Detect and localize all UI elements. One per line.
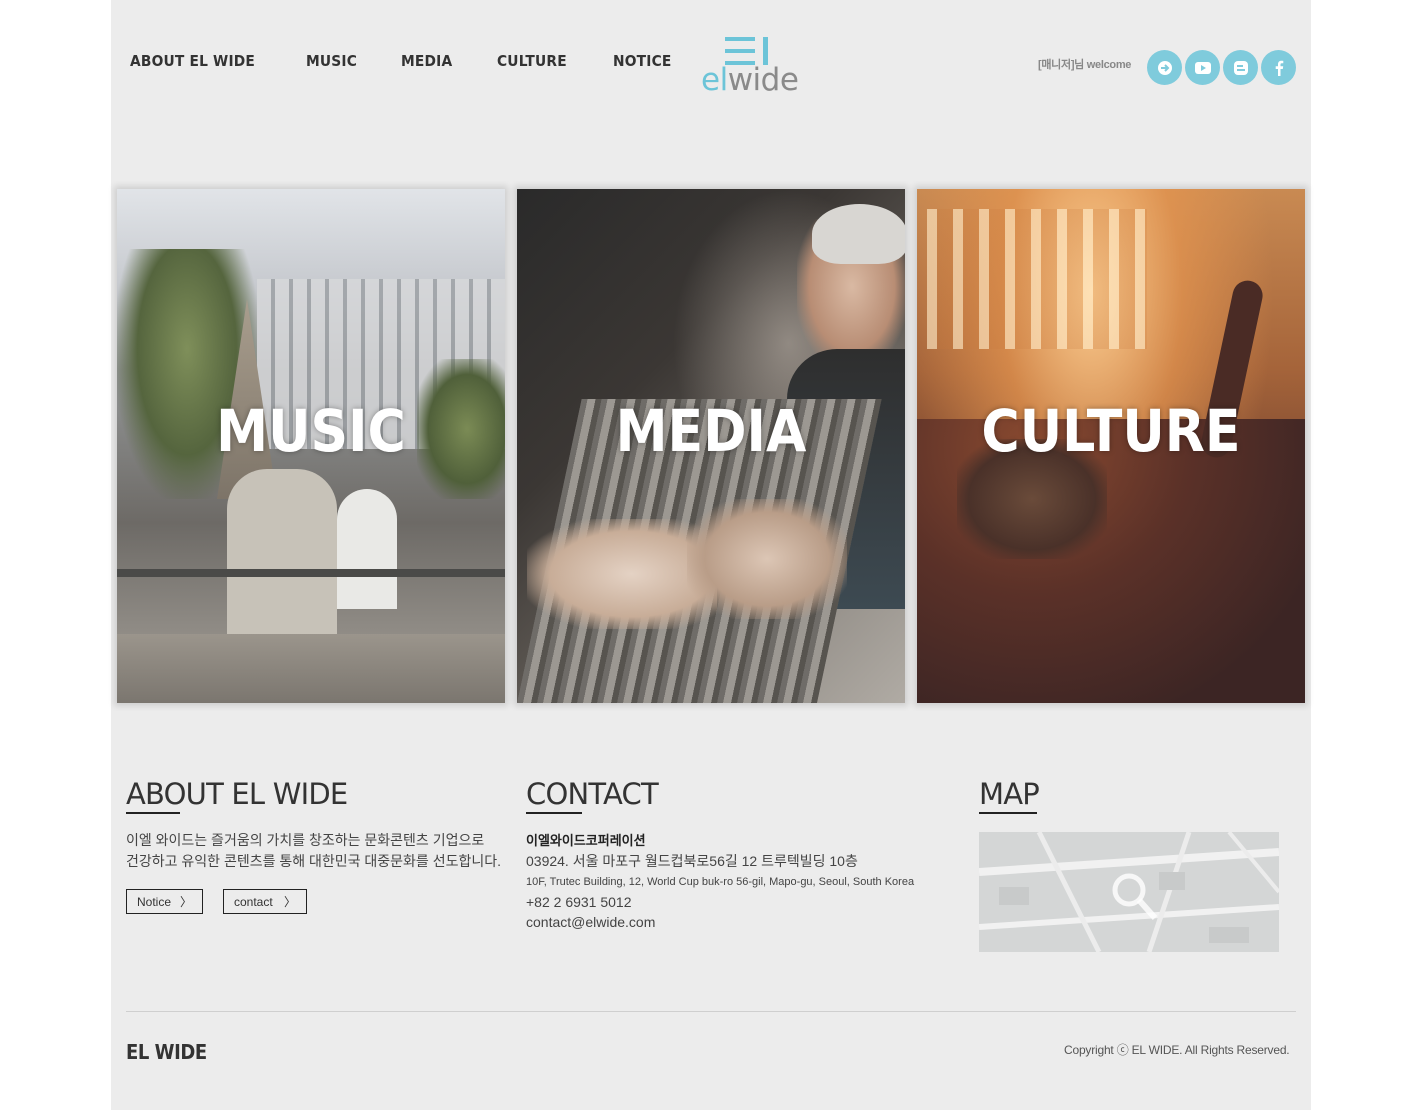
card-media-label: MEDIA: [615, 397, 807, 465]
logo-text: elwide: [701, 62, 799, 98]
hair-shape: [812, 204, 905, 264]
copyright-text: Copyright ⓒ EL WIDE. All Rights Reserved…: [1064, 1043, 1290, 1057]
map-title: MAP: [979, 777, 1040, 811]
footer-divider: [126, 1011, 1296, 1012]
nav-media[interactable]: MEDIA: [401, 52, 452, 70]
nav-about[interactable]: ABOUT EL WIDE: [130, 52, 255, 70]
welcome-text: [매니저]님 welcome: [1038, 59, 1132, 71]
main-nav: ABOUT EL WIDE MUSIC MEDIA CULTURE NOTICE: [130, 52, 717, 70]
contact-button[interactable]: contact 〉: [223, 889, 307, 914]
about-description: 이엘 와이드는 즐거움의 가치를 창조하는 문화콘텐츠 기업으로 건강하고 유익…: [126, 832, 501, 869]
hand-shape: [687, 499, 847, 619]
email-link[interactable]: contact@elwide.com: [526, 912, 914, 932]
card-music[interactable]: MUSIC: [117, 189, 505, 703]
person-shape: [337, 489, 397, 609]
about-title: ABOUT EL WIDE: [126, 777, 348, 811]
wall-shape: [117, 634, 505, 703]
facebook-icon[interactable]: [1261, 50, 1296, 85]
card-media[interactable]: MEDIA: [517, 189, 905, 703]
login-arrow-icon[interactable]: [1147, 50, 1182, 85]
footer-brand: EL WIDE: [126, 1040, 207, 1064]
map-graphic: [979, 832, 1279, 952]
card-music-label: MUSIC: [216, 397, 406, 465]
card-culture[interactable]: CULTURE: [917, 189, 1305, 703]
logo-mark-icon: [725, 37, 768, 65]
contact-info: 이엘와이드코퍼레이션 03924. 서울 마포구 월드컵북로56길 12 트루텍…: [526, 831, 914, 932]
notice-button[interactable]: Notice 〉: [126, 889, 203, 914]
company-name: 이엘와이드코퍼레이션: [526, 833, 646, 848]
category-cards: MUSIC MEDIA CULTURE: [111, 181, 1311, 711]
nav-music[interactable]: MUSIC: [306, 52, 357, 70]
blog-icon[interactable]: [1223, 50, 1258, 85]
card-culture-label: CULTURE: [981, 397, 1241, 465]
address-korean: 03924. 서울 마포구 월드컵북로56길 12 트루텍빌딩 10층: [526, 853, 858, 869]
nav-notice[interactable]: NOTICE: [613, 52, 671, 70]
youtube-icon[interactable]: [1185, 50, 1220, 85]
map-thumbnail[interactable]: [979, 832, 1279, 952]
contact-title: CONTACT: [526, 777, 659, 811]
about-title-underline: [126, 812, 180, 814]
person-shape: [227, 469, 337, 649]
address-english: 10F, Trutec Building, 12, World Cup buk-…: [526, 876, 915, 888]
site-logo[interactable]: elwide: [701, 34, 801, 100]
page-container: ABOUT EL WIDE MUSIC MEDIA CULTURE NOTICE…: [111, 0, 1311, 1110]
stage-lights-shape: [927, 209, 1147, 349]
phone-number: +82 2 6931 5012: [526, 894, 632, 910]
map-title-underline: [979, 812, 1037, 814]
chevron-right-icon: 〉: [179, 895, 192, 909]
social-links: [1147, 50, 1296, 85]
railing-shape: [117, 569, 505, 577]
nav-culture[interactable]: CULTURE: [497, 52, 567, 70]
chevron-right-icon: 〉: [283, 895, 296, 909]
contact-title-underline: [526, 812, 582, 814]
